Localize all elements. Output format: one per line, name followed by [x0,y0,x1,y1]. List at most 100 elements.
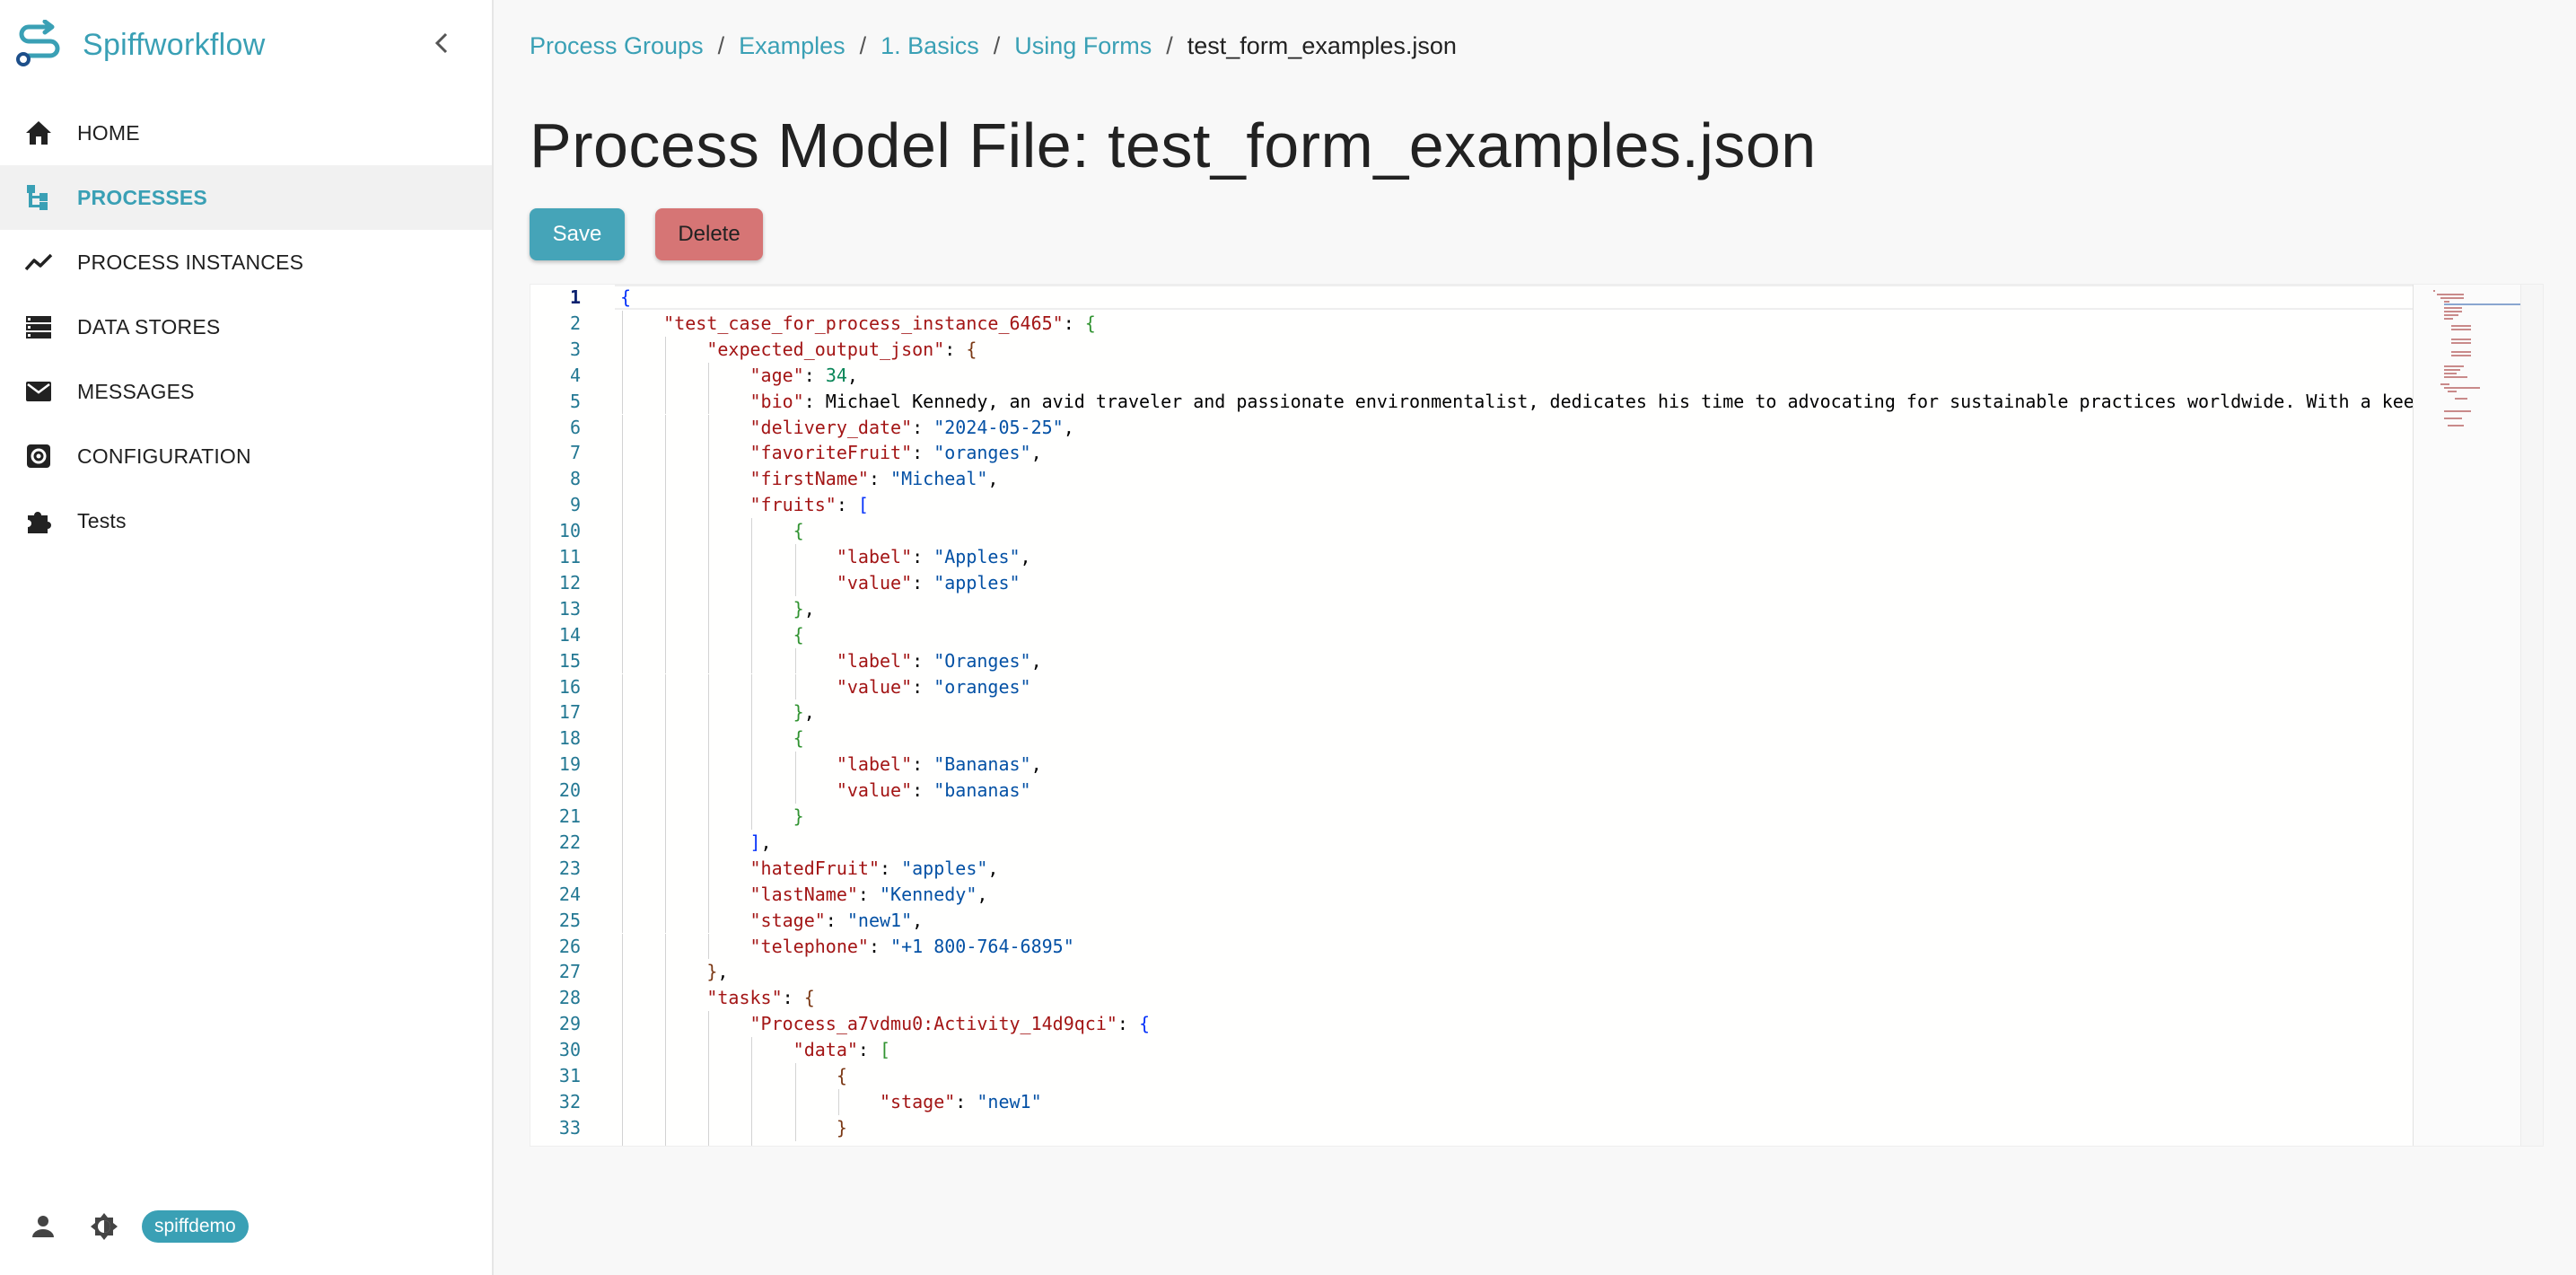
indent-guide [622,855,623,882]
sidebar-item-processes[interactable]: PROCESSES [0,165,492,230]
line-number: 2 [569,312,581,334]
code-line[interactable]: { [620,518,804,544]
sidebar-item-configuration[interactable]: CONFIGURATION [0,424,492,488]
sidebar-item-home[interactable]: HOME [0,101,492,165]
mail-icon [23,376,54,407]
delete-button[interactable]: Delete [655,208,763,260]
indent-guide [665,595,667,622]
code-line[interactable]: "value": "bananas" [620,778,1031,804]
code-line[interactable]: "hatedFruit": "apples", [620,856,999,882]
line-number: 21 [558,805,581,827]
indent-guide [794,778,796,804]
indent-guide [837,1088,839,1115]
indent-guide [665,881,667,908]
storage-icon [23,312,54,342]
code-line[interactable]: "label": "Bananas", [620,752,1042,778]
collapse-sidebar-button[interactable] [425,25,458,61]
code-line[interactable]: { [620,285,631,311]
code-line[interactable]: }, [620,596,815,622]
indent-guide [751,699,753,726]
code-line[interactable]: "test_case_for_process_instance_6465": { [620,311,1096,337]
breadcrumb-link-basics[interactable]: 1. Basics [881,32,979,60]
code-line[interactable]: "Process_a7vdmu0:Activity_14d9qci": { [620,1011,1151,1037]
action-bar: Save Delete [530,208,763,260]
sidebar-item-process-instances[interactable]: PROCESS INSTANCES [0,230,492,295]
code-line[interactable]: "label": "Apples", [620,544,1031,570]
gear-icon [23,441,54,471]
indent-guide [622,752,623,778]
code-line[interactable]: "value": "oranges" [620,674,1031,700]
indent-guide [665,804,667,830]
indent-guide [708,855,710,882]
code-area[interactable]: { "test_case_for_process_instance_6465":… [620,285,2543,1146]
editor-minimap[interactable] [2413,285,2527,1146]
line-number: 24 [558,883,581,905]
code-line[interactable]: "fruits": [ [620,492,869,518]
breadcrumb-link-examples[interactable]: Examples [739,32,846,60]
sidebar-item-messages[interactable]: MESSAGES [0,359,492,424]
code-line[interactable]: "expected_output_json": { [620,337,977,363]
indent-guide [708,778,710,804]
code-line[interactable]: } [620,1115,847,1141]
code-line[interactable]: "age": 34, [620,363,858,389]
sidebar-item-data-stores[interactable]: DATA STORES [0,295,492,359]
save-button[interactable]: Save [530,208,625,260]
indent-guide [665,933,667,960]
code-line[interactable]: "value": "apples" [620,570,1021,596]
editor-vertical-scrollbar[interactable] [2520,285,2543,1146]
breadcrumb-separator: / [993,32,1001,59]
code-line[interactable]: ] [620,1141,804,1146]
code-line[interactable]: "favoriteFruit": "oranges", [620,440,1042,466]
indent-guide [665,621,667,648]
code-line[interactable]: { [620,622,804,648]
indent-guide [708,1088,710,1115]
code-line[interactable]: "firstName": "Micheal", [620,466,999,492]
indent-guide [708,1063,710,1089]
username-badge[interactable]: spiffdemo [142,1210,249,1243]
line-number: 25 [558,909,581,931]
indent-guide [622,1088,623,1115]
sidebar-item-tests[interactable]: Tests [0,488,492,553]
code-line[interactable]: "stage": "new1" [620,1089,1042,1115]
code-line[interactable]: { [620,1063,847,1089]
indent-guide [751,544,753,570]
code-editor[interactable]: 1 2 3 4 5 6 7 8 9 10 11 12 13 14 15 16 17 18 19 20 21 22 23 24 2… [530,284,2544,1147]
indent-guide [751,725,753,752]
user-menu-button[interactable] [25,1209,61,1244]
indent-guide [708,466,710,493]
indent-guide [622,1011,623,1038]
code-line[interactable]: { [620,725,804,752]
code-line[interactable]: }, [620,699,815,725]
indent-guide [622,959,623,986]
line-number: 31 [558,1065,581,1086]
line-number: 17 [558,701,581,724]
code-line[interactable]: "lastName": "Kennedy", [620,882,988,908]
indent-guide [794,1114,796,1141]
code-line[interactable]: "delivery_date": "2024-05-25", [620,415,1074,441]
code-line[interactable]: "label": "Oranges", [620,648,1042,674]
indent-guide [665,1114,667,1141]
indent-guide [665,414,667,441]
indent-guide [665,544,667,570]
home-icon [23,118,54,148]
code-line[interactable]: ], [620,830,772,856]
theme-toggle-button[interactable] [86,1209,122,1244]
indent-guide [708,362,710,389]
indent-guide [622,725,623,752]
code-line[interactable]: "telephone": "+1 800-764-6895" [620,934,1074,960]
code-line[interactable]: } [620,804,804,830]
indent-guide [665,1063,667,1089]
indent-guide [751,1140,753,1146]
code-line[interactable]: }, [620,959,728,985]
trend-line-icon [23,247,54,277]
breadcrumb-link-using-forms[interactable]: Using Forms [1014,32,1152,60]
indent-guide [665,362,667,389]
indent-guide [708,388,710,415]
code-line[interactable]: "tasks": { [620,985,814,1011]
code-line[interactable]: "data": [ [620,1037,890,1063]
code-line[interactable]: "bio": Michael Kennedy, an avid traveler… [620,389,2469,415]
breadcrumb-link-process-groups[interactable]: Process Groups [530,32,704,60]
brand[interactable]: Spiffworkflow [14,18,266,72]
line-number: 23 [558,857,581,879]
indent-guide [622,673,623,700]
